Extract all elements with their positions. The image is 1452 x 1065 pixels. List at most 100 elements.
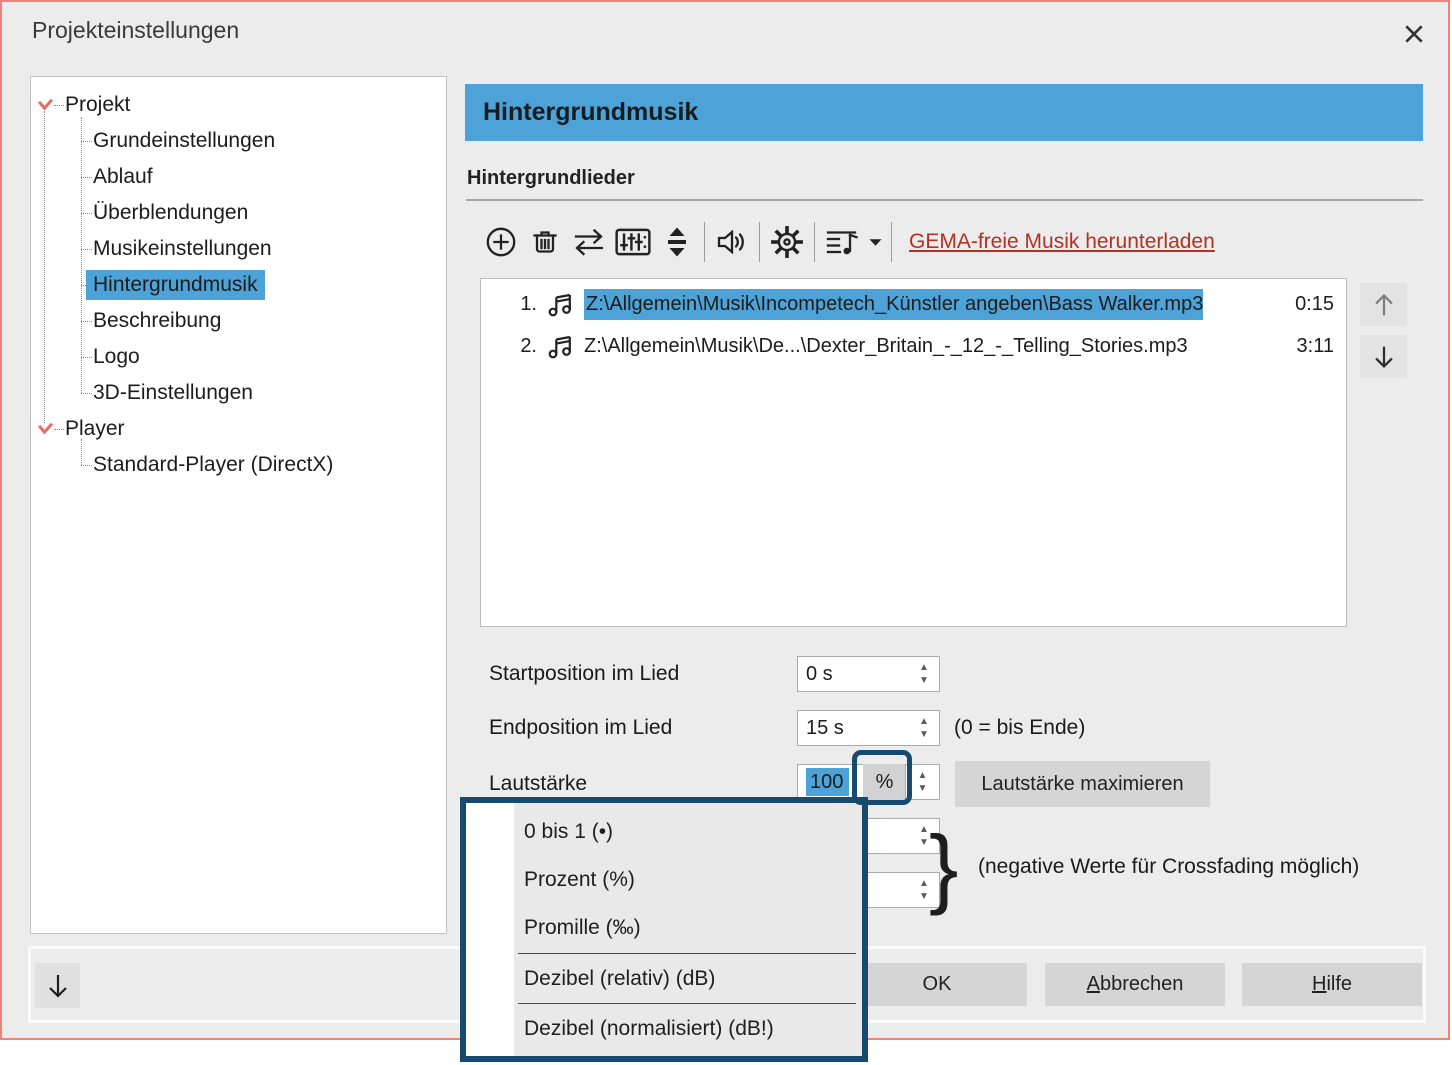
sidebar-item-ablauf[interactable]: Ablauf [31,160,444,194]
toolbar-separator [891,222,892,262]
spinner-down-icon[interactable]: ▼ [918,785,928,793]
cancel-label-initial: A [1087,973,1100,996]
equalizer-button[interactable] [611,220,655,264]
sidebar-item-label-selected: Hintergrundmusik [86,270,265,300]
spinner-down-icon[interactable]: ▼ [919,731,929,739]
song-path: Z:\Allgemein\Musik\Incompetech_Künstler … [584,289,1203,320]
maximize-volume-button[interactable]: Lautstärke maximieren [955,761,1210,807]
end-position-hint: (0 = bis Ende) [954,716,1085,740]
close-icon [1403,23,1425,45]
section-title: Hintergrundlieder [467,167,635,190]
sidebar-item-label: Projekt [58,90,137,120]
spinner-up-icon[interactable]: ▲ [919,880,929,888]
sidebar-item-standard-player[interactable]: Standard-Player (DirectX) [31,448,444,482]
end-position-spinner[interactable]: ▲ ▼ [909,718,939,739]
caret-down-icon [869,238,882,247]
unit-option-db-relative[interactable]: Dezibel (relativ) (dB) [466,955,862,1002]
song-duration: 3:11 [1297,335,1346,358]
settings-button[interactable] [765,220,809,264]
spinner-down-icon[interactable]: ▼ [919,893,929,901]
start-position-label: Startposition im Lied [489,662,679,686]
dialog-title: Projekteinstellungen [32,17,239,44]
unit-option-percent[interactable]: Prozent (%) [466,856,862,903]
spinner-up-icon[interactable]: ▲ [919,664,929,672]
song-path: Z:\Allgemein\Musik\De...\Dexter_Britain_… [584,335,1188,358]
volume-label: Lautstärke [489,772,587,796]
sidebar-item-logo[interactable]: Logo [31,340,444,374]
song-duration: 0:15 [1295,293,1346,316]
move-down-button[interactable] [1360,335,1407,378]
volume-unit-button[interactable]: % [863,764,906,800]
page-title: Hintergrundmusik [483,84,698,141]
playlist-menu-button[interactable] [864,220,886,264]
page-header: Hintergrundmusik [465,84,1423,141]
ok-button[interactable]: OK [847,963,1027,1006]
help-label-rest: ilfe [1326,973,1352,996]
sidebar-item-beschreibung[interactable]: Beschreibung [31,304,444,338]
expanded-arrow-icon [37,98,54,111]
section-rule [466,199,1423,201]
unit-option-promille[interactable]: Promille (‰) [466,904,862,951]
start-position-spinner[interactable]: ▲ ▼ [909,664,939,685]
cancel-label-rest: bbrechen [1100,973,1183,996]
sidebar-item-grundeinstellungen[interactable]: Grundeinstellungen [31,124,444,158]
volume-spinner[interactable]: ▲ ▼ [905,764,940,800]
song-toolbar: GEMA-freie Musik herunterladen [479,219,1215,265]
song-list[interactable]: 1. Z:\Allgemein\Musik\Incompetech_Künstl… [480,278,1347,627]
sidebar-item-musikeinstellungen[interactable]: Musikeinstellungen [31,232,444,266]
song-index: 2. [513,335,537,358]
grouping-brace: } [929,820,958,914]
playlist-icon [823,225,861,259]
volume-unit-menu: 0 bis 1 (•) Prozent (%) Promille (‰) Dez… [460,797,868,1062]
song-row[interactable]: 1. Z:\Allgemein\Musik\Incompetech_Künstl… [481,285,1346,323]
move-page-down-button[interactable] [35,963,80,1008]
settings-tree: Projekt Grundeinstellungen Ablauf Überbl… [30,76,447,934]
close-button[interactable] [1396,16,1432,52]
help-button[interactable]: Hilfe [1242,963,1422,1006]
spinner-up-icon[interactable]: ▲ [919,718,929,726]
volume-value[interactable]: 100 [806,768,849,796]
spinner-down-icon[interactable]: ▼ [919,677,929,685]
sidebar-item-label: 3D-Einstellungen [86,378,260,408]
cancel-button[interactable]: Abbrechen [1045,963,1225,1006]
add-song-button[interactable] [479,220,523,264]
start-position-value[interactable]: 0 s [798,663,909,686]
song-row[interactable]: 2. Z:\Allgemein\Musik\De...\Dexter_Brita… [481,327,1346,365]
arrow-down-icon [1369,342,1399,372]
sidebar-item-label: Musikeinstellungen [86,234,279,264]
sidebar-item-label: Logo [86,342,147,372]
toolbar-separator [814,222,815,262]
volume-button[interactable] [710,220,754,264]
unit-option-db-normalized[interactable]: Dezibel (normalisiert) (dB!) [466,1005,862,1052]
spinner-down-icon[interactable]: ▼ [919,839,929,847]
sidebar-item-label: Player [58,414,132,444]
equalizer-icon [614,226,652,258]
toolbar-separator [759,222,760,262]
spinner-up-icon[interactable]: ▲ [919,826,929,834]
swap-icon [570,225,608,259]
sidebar-item-projekt[interactable]: Projekt [31,88,444,122]
volume-field[interactable]: 100 [797,764,864,800]
arrow-down-icon [42,970,74,1002]
sidebar-item-player[interactable]: Player [31,412,444,446]
playlist-button[interactable] [820,220,864,264]
gema-music-link[interactable]: GEMA-freie Musik herunterladen [909,230,1215,254]
sidebar-item-hintergrundmusik[interactable]: Hintergrundmusik [31,268,444,302]
spinner-up-icon[interactable]: ▲ [918,772,928,780]
help-label-initial: H [1312,973,1326,996]
end-position-value[interactable]: 15 s [798,717,909,740]
fit-height-icon [659,225,695,259]
menu-separator [518,953,856,954]
move-up-button[interactable] [1360,283,1407,326]
start-position-field[interactable]: 0 s ▲ ▼ [797,656,940,692]
delete-song-button[interactable] [523,220,567,264]
end-position-label: Endposition im Lied [489,716,672,740]
swap-order-button[interactable] [567,220,611,264]
sidebar-item-ueberblendungen[interactable]: Überblendungen [31,196,444,230]
end-position-field[interactable]: 15 s ▲ ▼ [797,710,940,746]
sidebar-item-3d-einstellungen[interactable]: 3D-Einstellungen [31,376,444,410]
fit-height-button[interactable] [655,220,699,264]
unit-option-0-1[interactable]: 0 bis 1 (•) [466,808,862,855]
sidebar-item-label: Ablauf [86,162,160,192]
menu-separator [518,1003,856,1004]
